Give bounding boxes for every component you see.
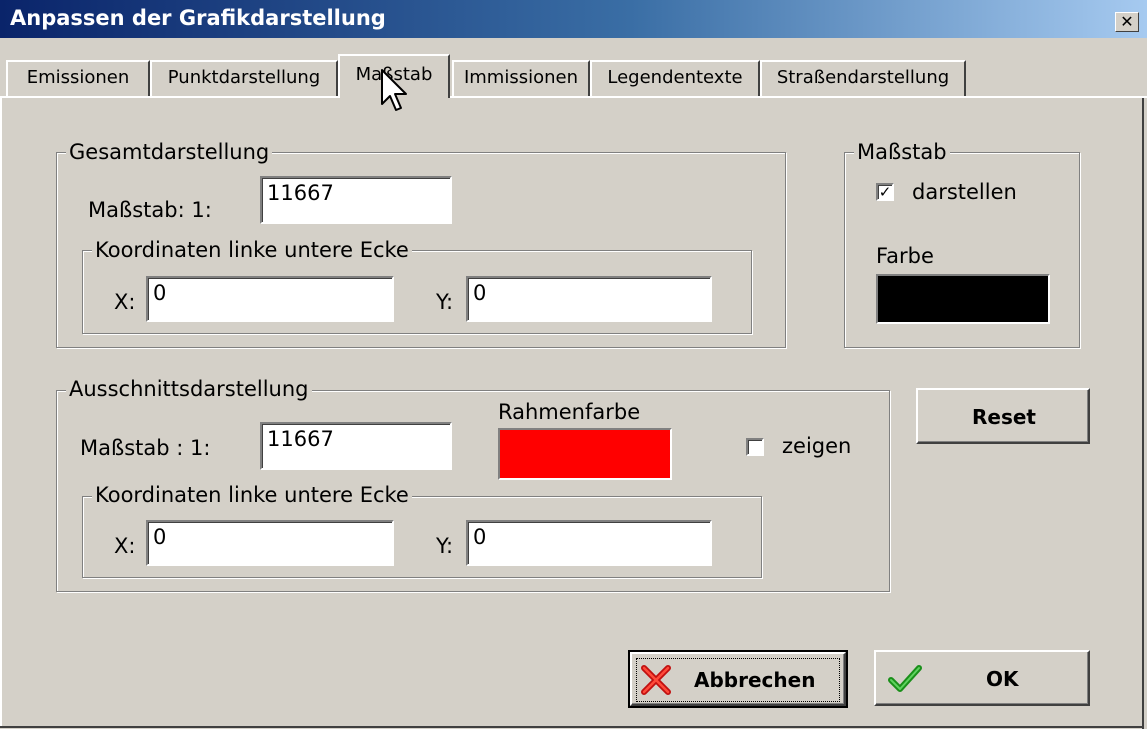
gesamt-y-label: Y: bbox=[436, 290, 454, 314]
gesamt-x-label: X: bbox=[114, 290, 136, 314]
massstab-color-swatch[interactable] bbox=[876, 274, 1050, 324]
gesamt-y-input[interactable]: 0 bbox=[466, 276, 712, 322]
tab-label: Emissionen bbox=[26, 67, 130, 88]
ausschnitt-x-label: X: bbox=[114, 534, 136, 558]
ausschnitt-scale-input[interactable]: 11667 bbox=[260, 422, 452, 470]
reset-label: Reset bbox=[972, 405, 1036, 429]
cancel-button[interactable]: Abbrechen bbox=[628, 650, 848, 708]
ausschnitt-show-checkbox[interactable] bbox=[746, 438, 764, 456]
gesamt-scale-input[interactable]: 11667 bbox=[260, 176, 452, 224]
tab-emissionen[interactable]: Emissionen bbox=[6, 60, 150, 96]
tab-punktdarstellung[interactable]: Punktdarstellung bbox=[150, 60, 338, 96]
mouse-pointer-icon bbox=[381, 69, 407, 111]
ausschnitt-show-label: zeigen bbox=[782, 434, 852, 458]
close-button[interactable]: ✕ bbox=[1115, 12, 1139, 32]
panel-edge bbox=[0, 726, 1144, 728]
massstab-show-checkbox[interactable]: ✓ bbox=[876, 183, 894, 201]
ok-button[interactable]: OK bbox=[874, 650, 1090, 706]
panel-edge bbox=[0, 98, 2, 726]
gesamt-x-input[interactable]: 0 bbox=[146, 276, 394, 322]
tab-legendentexte[interactable]: Legendentexte bbox=[590, 60, 760, 96]
massstab-show-label: darstellen bbox=[912, 180, 1017, 204]
gesamtdarstellung-label: Gesamtdarstellung bbox=[66, 140, 273, 164]
focus-rect bbox=[636, 658, 840, 702]
ausschnitt-y-label: Y: bbox=[436, 534, 454, 558]
window-title: Anpassen der Grafikdarstellung bbox=[10, 6, 386, 30]
massstab-color-label: Farbe bbox=[876, 244, 934, 268]
checkmark-icon: ✓ bbox=[878, 183, 892, 201]
tab-label: Straßendarstellung bbox=[776, 67, 950, 88]
tab-label: Immissionen bbox=[463, 67, 579, 88]
frame-color-swatch[interactable] bbox=[498, 428, 672, 480]
tab-strassendarstellung[interactable]: Straßendarstellung bbox=[760, 60, 966, 96]
tab-immissionen[interactable]: Immissionen bbox=[452, 60, 590, 96]
panel-edge bbox=[1142, 98, 1144, 729]
ausschnitt-scale-label: Maßstab : 1: bbox=[80, 436, 211, 460]
gesamt-scale-label: Maßstab: 1: bbox=[88, 198, 212, 222]
tab-panel-border bbox=[0, 96, 1147, 98]
ok-label: OK bbox=[986, 667, 1019, 691]
tab-label: Punktdarstellung bbox=[167, 67, 321, 88]
massstab-group-label: Maßstab bbox=[854, 140, 950, 164]
frame-color-label: Rahmenfarbe bbox=[498, 400, 641, 424]
close-icon: ✕ bbox=[1120, 12, 1134, 31]
gesamt-coords-label: Koordinaten linke untere Ecke bbox=[92, 238, 412, 262]
ausschnitt-x-input[interactable]: 0 bbox=[146, 520, 394, 566]
tab-label: Legendentexte bbox=[607, 67, 743, 88]
reset-button[interactable]: Reset bbox=[916, 388, 1090, 444]
ausschnitt-coords-label: Koordinaten linke untere Ecke bbox=[92, 483, 412, 507]
ausschnittsdarstellung-label: Ausschnittsdarstellung bbox=[66, 377, 312, 401]
green-check-icon bbox=[888, 665, 922, 692]
ausschnitt-y-input[interactable]: 0 bbox=[466, 520, 712, 566]
